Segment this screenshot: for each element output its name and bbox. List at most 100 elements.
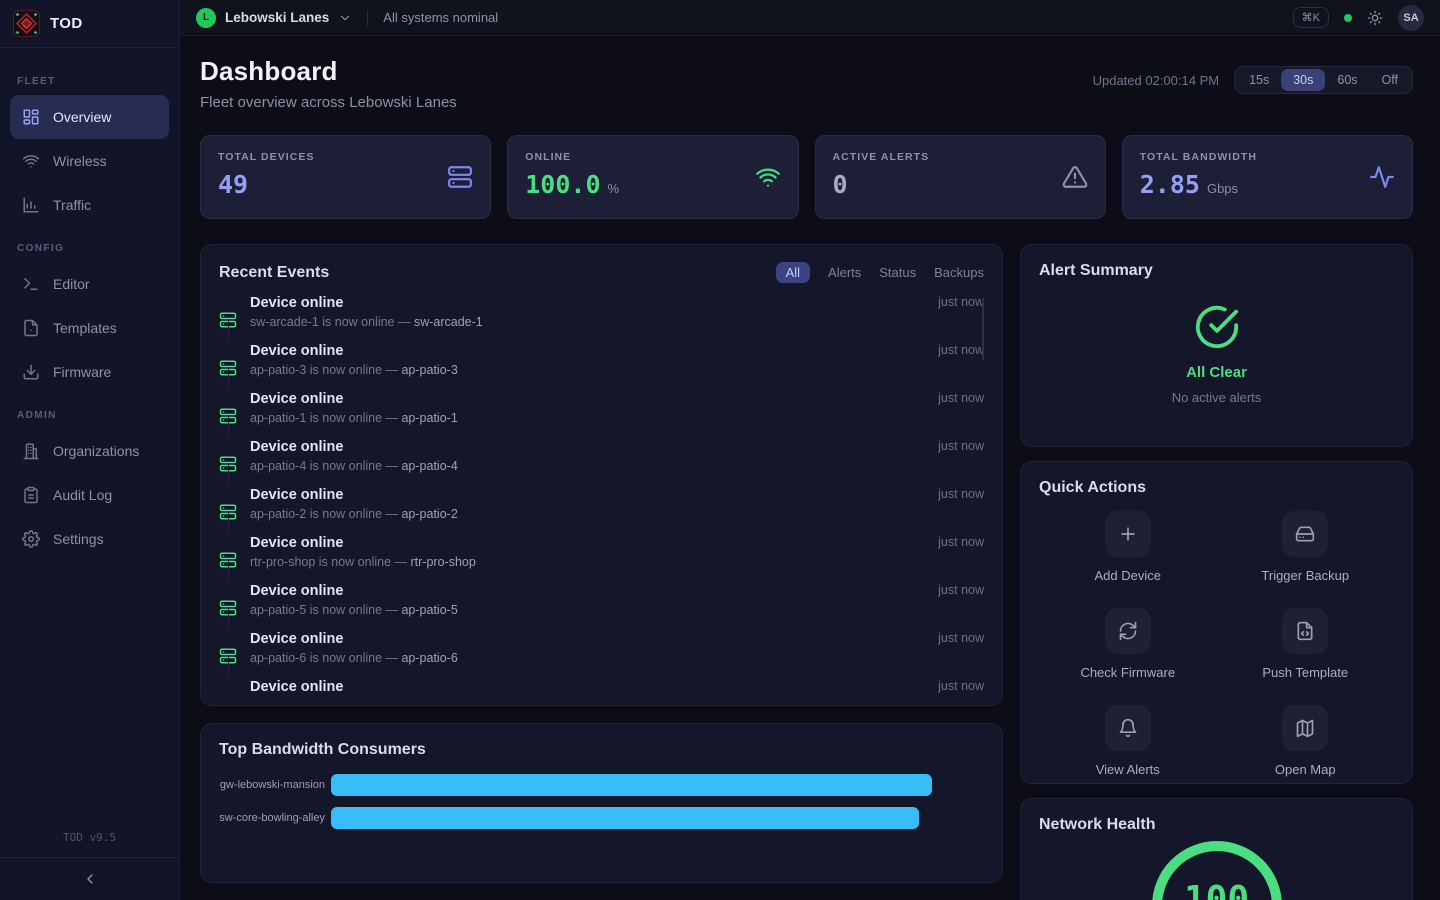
bandwidth-bar-row: sw-core-bowling-alley (219, 807, 984, 829)
hdd-icon (1295, 524, 1315, 544)
action-check-firmware[interactable]: Check Firmware (1039, 608, 1217, 680)
event-row[interactable]: Device online ap-patio-3 is now online —… (219, 343, 984, 391)
event-title: Device online (250, 391, 925, 407)
sidebar-footer: TOD v9.5 (0, 825, 179, 900)
stat-value: 0 (833, 170, 848, 199)
tab-status[interactable]: Status (879, 262, 916, 283)
interval-off[interactable]: Off (1370, 69, 1410, 91)
event-detail: ap-patio-1 is now online — ap-patio-1 (250, 411, 925, 425)
event-detail: ap-patio-4 is now online — ap-patio-4 (250, 459, 925, 473)
sidebar-item-audit-log[interactable]: Audit Log (10, 473, 169, 517)
app-logo-icon (13, 10, 40, 37)
event-title: Device online (250, 439, 925, 455)
alert-subtext: No active alerts (1172, 390, 1262, 405)
nav-section-label: CONFIG (17, 243, 162, 254)
sidebar-item-label: Firmware (53, 364, 111, 380)
network-health-title: Network Health (1039, 816, 1394, 834)
tab-all[interactable]: All (776, 262, 810, 283)
sidebar-item-wireless[interactable]: Wireless (10, 139, 169, 183)
action-open-map[interactable]: Open Map (1217, 705, 1395, 777)
chart-icon (22, 196, 40, 214)
dashboard-content: Dashboard Fleet overview across Lebowski… (180, 36, 1440, 900)
sidebar-item-label: Traffic (53, 197, 91, 213)
alert-summary-title: Alert Summary (1039, 262, 1394, 280)
tab-alerts[interactable]: Alerts (828, 262, 861, 283)
check-circle-icon (1194, 304, 1240, 350)
action-trigger-backup[interactable]: Trigger Backup (1217, 511, 1395, 583)
interval-15s[interactable]: 15s (1237, 69, 1281, 91)
event-title: Device online (250, 679, 925, 693)
stat-card-online: ONLINE 100.0 % (507, 135, 798, 219)
terminal-icon (22, 275, 40, 293)
event-row[interactable]: Device online rtr-pro-shop is now online… (219, 535, 984, 583)
sidebar-item-settings[interactable]: Settings (10, 517, 169, 561)
sidebar-collapse-button[interactable] (0, 858, 179, 900)
command-palette-shortcut[interactable]: ⌘K (1293, 7, 1329, 28)
sidebar-item-organizations[interactable]: Organizations (10, 429, 169, 473)
event-device: rtr-pro-shop (411, 555, 476, 569)
event-device: ap-patio-3 (401, 363, 457, 377)
sidebar-item-editor[interactable]: Editor (10, 262, 169, 306)
bell-icon (1118, 718, 1138, 738)
bandwidth-bar-label: gw-lebowski-mansion (219, 779, 331, 791)
stat-value: 100.0 (525, 170, 600, 199)
bandwidth-chart: gw-lebowski-mansion sw-core-bowling-alle… (219, 774, 984, 829)
event-row[interactable]: Device online — just now (219, 679, 984, 693)
event-time: just now (938, 679, 984, 693)
sidebar-item-label: Templates (53, 320, 117, 336)
event-row[interactable]: Device online ap-patio-4 is now online —… (219, 439, 984, 487)
stat-card-total-bandwidth: TOTAL BANDWIDTH 2.85 Gbps (1122, 135, 1413, 219)
server-icon (219, 297, 237, 343)
action-view-alerts[interactable]: View Alerts (1039, 705, 1217, 777)
event-row[interactable]: Device online ap-patio-5 is now online —… (219, 583, 984, 631)
wifi-icon (755, 164, 781, 190)
network-health-score: 100 (1184, 879, 1249, 900)
app-version: TOD v9.5 (0, 831, 179, 858)
quick-action-label: Trigger Backup (1261, 568, 1349, 583)
building-icon (22, 442, 40, 460)
event-device: sw-arcade-1 (414, 315, 483, 329)
stat-label: TOTAL DEVICES (218, 151, 473, 163)
action-add-device[interactable]: Add Device (1039, 511, 1217, 583)
event-time: just now (938, 535, 984, 583)
event-title: Device online (250, 583, 925, 599)
event-time: just now (938, 583, 984, 631)
org-name: Lebowski Lanes (225, 10, 329, 25)
event-row[interactable]: Device online ap-patio-1 is now online —… (219, 391, 984, 439)
action-push-template[interactable]: Push Template (1217, 608, 1395, 680)
sidebar-item-templates[interactable]: Templates (10, 306, 169, 350)
sidebar-item-overview[interactable]: Overview (10, 95, 169, 139)
event-detail: sw-arcade-1 is now online — sw-arcade-1 (250, 315, 925, 329)
server-icon (219, 537, 237, 583)
plus-icon (1118, 524, 1138, 544)
stat-value: 2.85 (1140, 170, 1200, 199)
org-picker[interactable]: L Lebowski Lanes (196, 8, 352, 28)
tab-backups[interactable]: Backups (934, 262, 984, 283)
stat-label: ONLINE (525, 151, 780, 163)
sidebar-item-label: Audit Log (53, 487, 112, 503)
event-title: Device online (250, 343, 925, 359)
event-device: ap-patio-2 (401, 507, 457, 521)
chevron-down-icon (338, 11, 352, 25)
event-row[interactable]: Device online ap-patio-6 is now online —… (219, 631, 984, 679)
server-icon (219, 489, 237, 535)
wifi-icon (22, 152, 40, 170)
events-scrollbar-thumb[interactable] (982, 297, 984, 361)
events-filter-tabs: All Alerts Status Backups (776, 262, 984, 283)
stats-row: TOTAL DEVICES 49 ONLINE 100.0 % ACTIVE A… (200, 135, 1413, 219)
event-list: Device online sw-arcade-1 is now online … (219, 295, 984, 693)
sun-icon[interactable] (1367, 10, 1383, 26)
event-detail: ap-patio-5 is now online — ap-patio-5 (250, 603, 925, 617)
event-row[interactable]: Device online ap-patio-2 is now online —… (219, 487, 984, 535)
event-title: Device online (250, 535, 925, 551)
event-row[interactable]: Device online sw-arcade-1 is now online … (219, 295, 984, 343)
quick-action-label: Check Firmware (1080, 665, 1175, 680)
interval-30s[interactable]: 30s (1281, 69, 1325, 91)
sidebar-item-firmware[interactable]: Firmware (10, 350, 169, 394)
sidebar-item-traffic[interactable]: Traffic (10, 183, 169, 227)
stat-card-active-alerts: ACTIVE ALERTS 0 (815, 135, 1106, 219)
stat-label: TOTAL BANDWIDTH (1140, 151, 1395, 163)
interval-60s[interactable]: 60s (1325, 69, 1369, 91)
refresh-icon (1118, 621, 1138, 641)
user-avatar[interactable]: SA (1398, 5, 1424, 31)
